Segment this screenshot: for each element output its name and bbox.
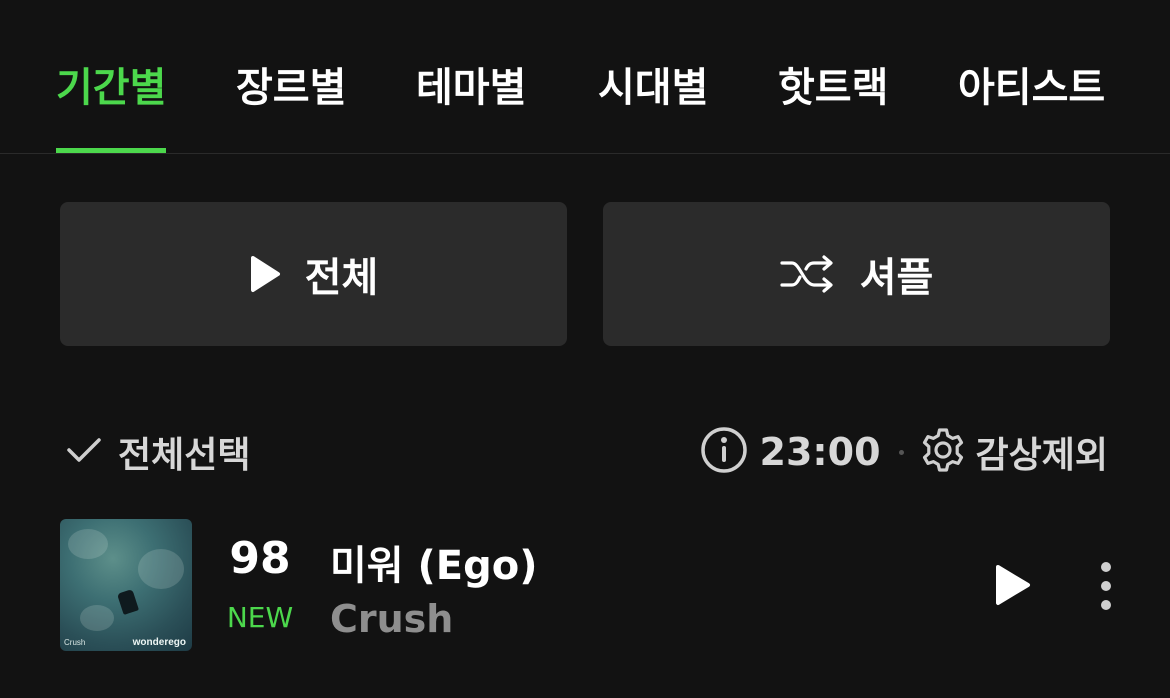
tab-label: 시대별 (598, 65, 709, 111)
song-artist[interactable]: Crush (330, 597, 453, 641)
play-song-button[interactable] (992, 563, 1032, 607)
play-icon (992, 565, 1032, 611)
chart-rank: 98 (229, 533, 291, 584)
album-art-texture (80, 605, 114, 631)
song-row[interactable]: Crush wonderego 98 NEW 미워 (Ego) Crush (0, 515, 1170, 655)
tab-artist[interactable]: 아티스트 (958, 60, 1105, 153)
song-title[interactable]: 미워 (Ego) (330, 533, 538, 591)
play-all-button[interactable]: 전체 (60, 202, 567, 346)
tab-label: 기간별 (56, 65, 167, 111)
chart-info-bar: 23:00 감상제외 (700, 424, 1108, 480)
album-art[interactable]: Crush wonderego (60, 519, 192, 651)
album-art-artist: Crush (64, 638, 86, 647)
album-art-texture (68, 529, 108, 559)
shuffle-label: 셔플 (859, 255, 934, 301)
tab-era[interactable]: 시대별 (598, 60, 708, 153)
exclude-button[interactable]: 감상제외 (920, 426, 1108, 478)
separator-dot (898, 449, 904, 455)
shuffle-button[interactable]: 셔플 (603, 202, 1110, 346)
shuffle-icon (780, 255, 836, 293)
play-all-label: 전체 (304, 255, 379, 301)
more-vertical-icon (1092, 562, 1120, 615)
check-icon (64, 435, 104, 469)
tab-period[interactable]: 기간별 (56, 60, 167, 153)
chart-tabs: 기간별 장르별 테마별 시대별 핫트랙 아티스트 (0, 0, 1170, 154)
active-tab-indicator (56, 148, 167, 153)
tab-hot-track[interactable]: 핫트랙 (778, 60, 888, 153)
exclude-label: 감상제외 (975, 435, 1108, 476)
album-art-texture (138, 549, 184, 589)
album-art-figure (116, 589, 140, 615)
select-all-button[interactable]: 전체선택 (64, 424, 250, 480)
tab-label: 핫트랙 (778, 65, 889, 111)
rank-change-badge: NEW (226, 601, 294, 634)
tab-label: 장르별 (236, 65, 347, 111)
select-all-label: 전체선택 (118, 435, 251, 476)
update-time: 23:00 (759, 430, 881, 474)
more-options-button[interactable] (1092, 561, 1120, 611)
play-icon (249, 255, 281, 293)
tab-label: 테마별 (416, 65, 527, 111)
tab-genre[interactable]: 장르별 (236, 60, 346, 153)
tab-theme[interactable]: 테마별 (416, 60, 526, 153)
tab-label: 아티스트 (958, 65, 1106, 111)
album-art-title: wonderego (132, 637, 186, 648)
gear-icon (920, 427, 966, 477)
info-icon[interactable] (700, 426, 748, 478)
